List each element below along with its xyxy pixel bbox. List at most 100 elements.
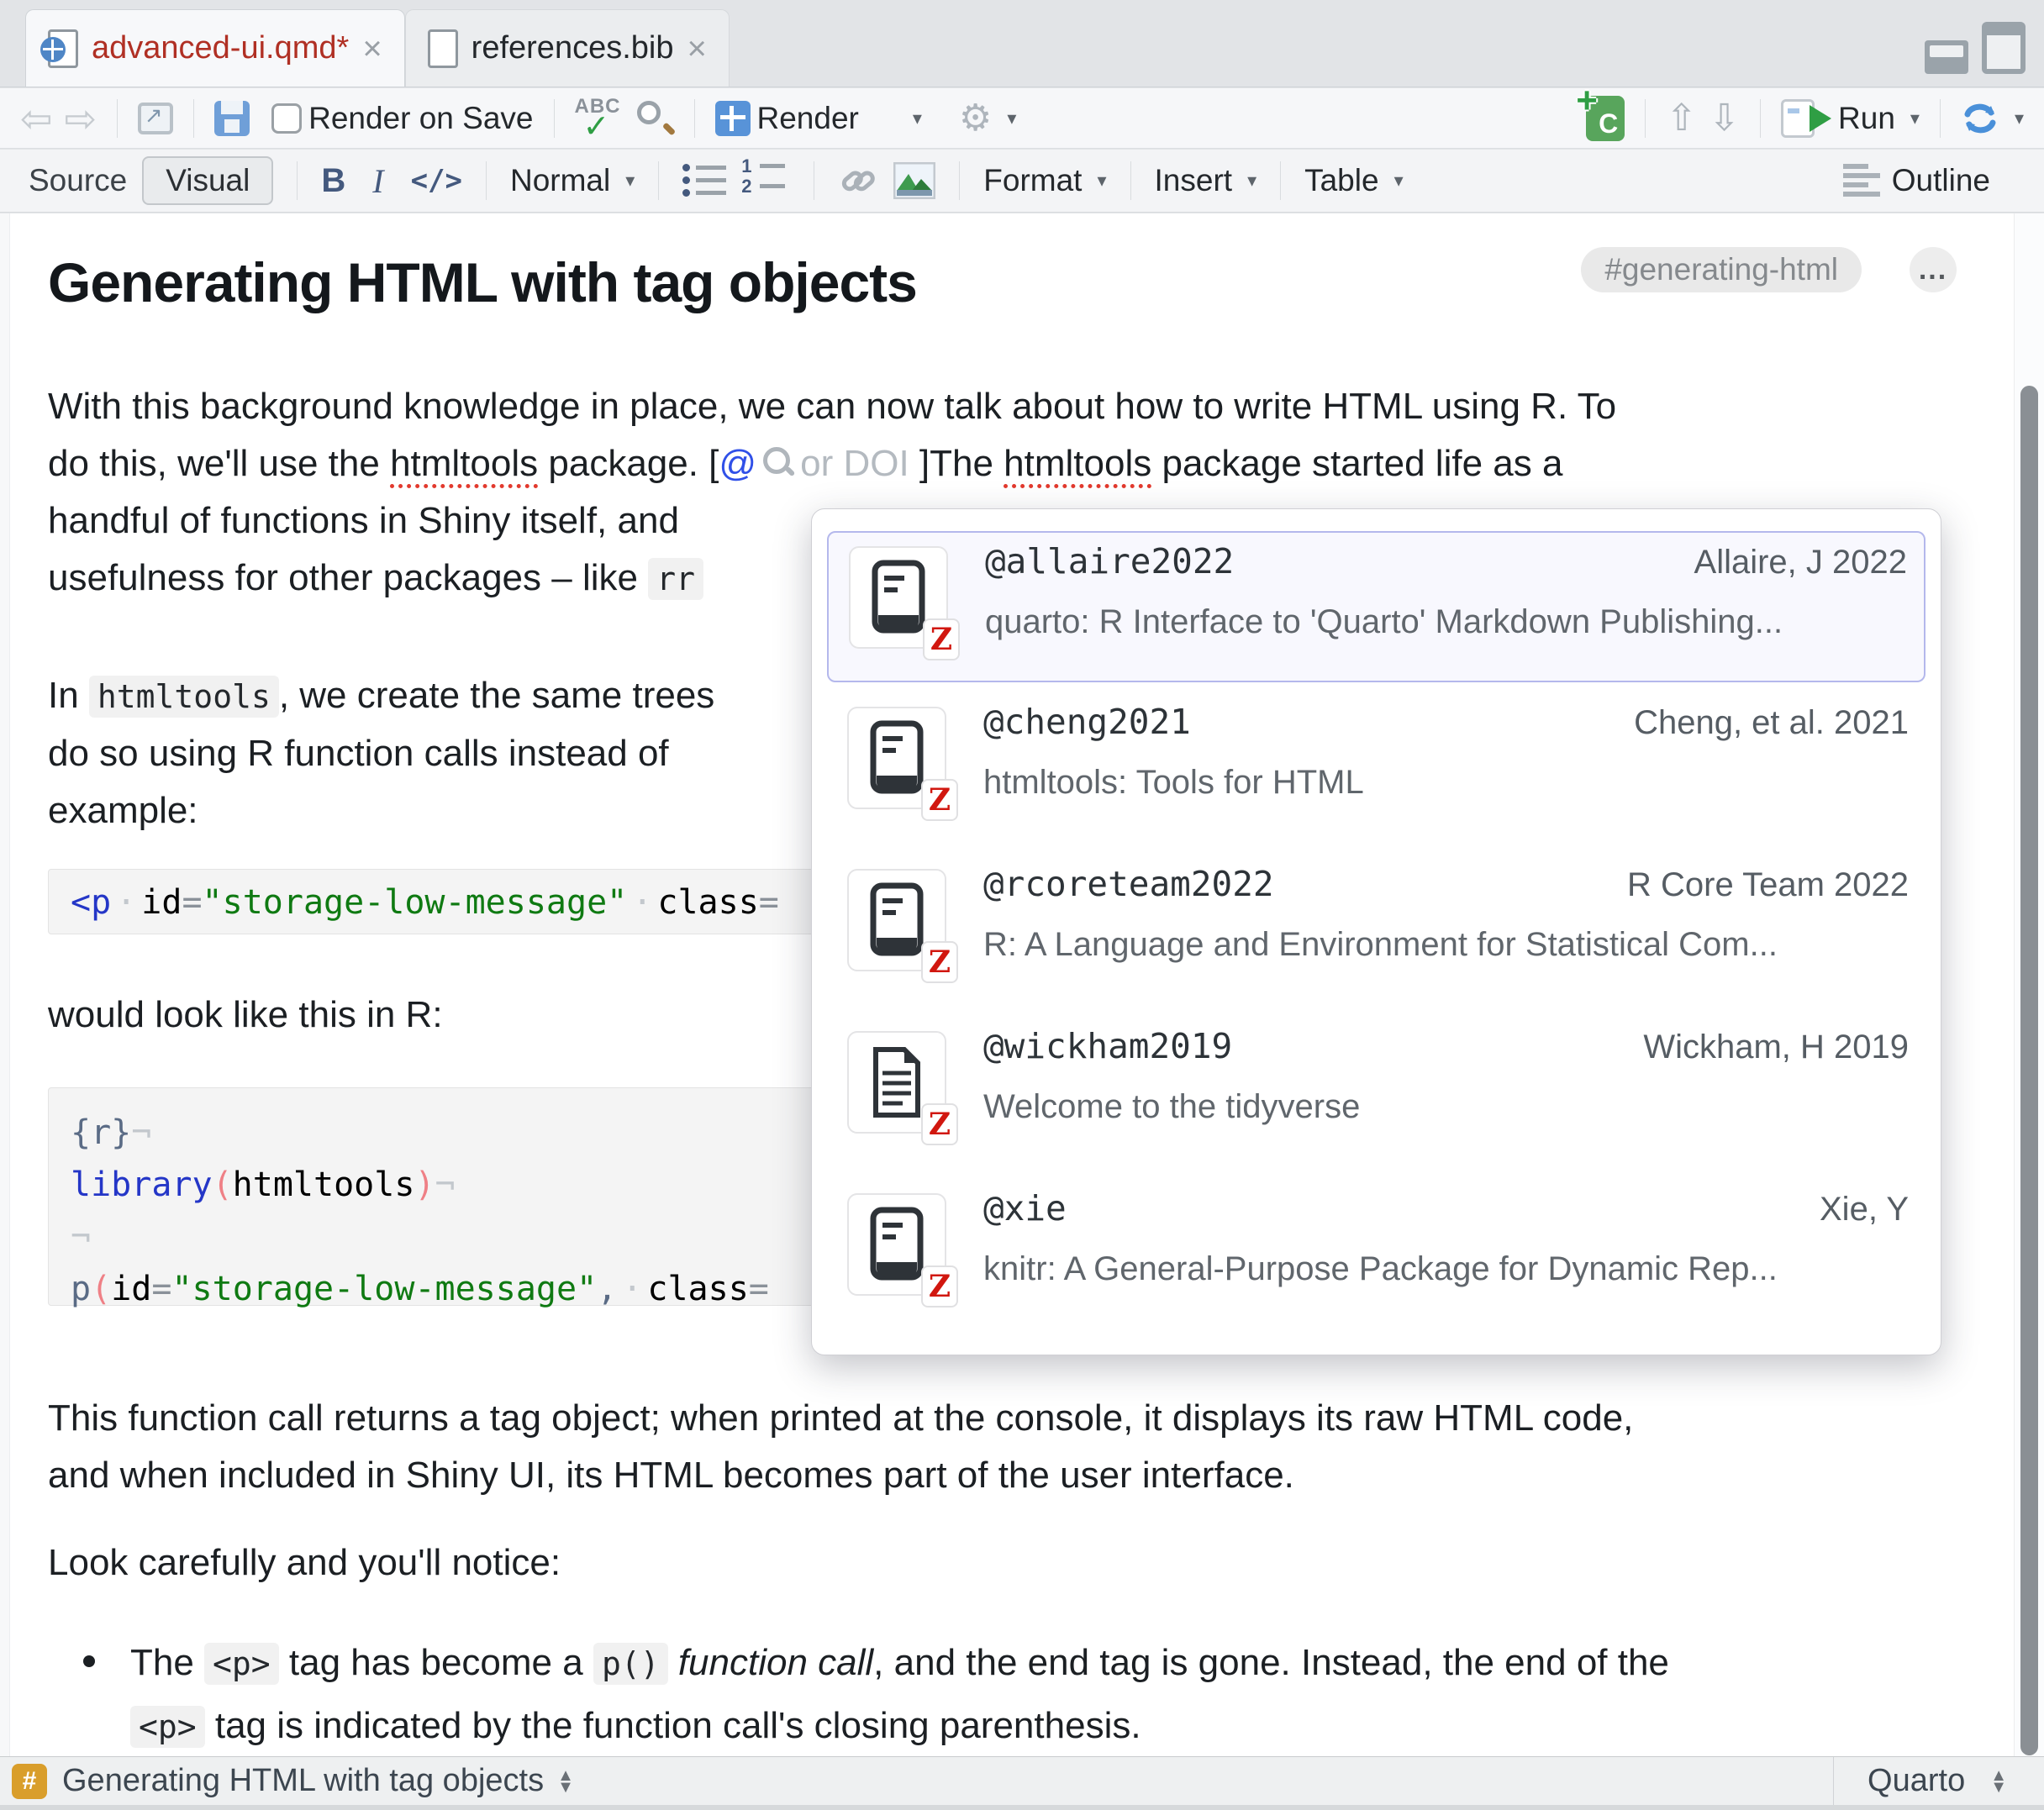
save-icon[interactable] <box>214 101 250 136</box>
render-options-button[interactable]: ⚙ ▾ <box>959 97 1017 139</box>
citation-entry[interactable]: Z @wickham2019 Wickham, H 2019 Welcome t… <box>827 1018 1925 1169</box>
outline-toggle[interactable]: Outline <box>1843 163 1990 198</box>
gear-icon: ⚙ <box>959 97 992 139</box>
open-in-new-window-icon[interactable] <box>138 103 173 134</box>
citation-title: R: A Language and Environment for Statis… <box>983 926 1909 964</box>
text-line: example: <box>48 782 714 839</box>
citation-entry[interactable]: Z @cheng2021 Cheng, et al. 2021 htmltool… <box>827 693 1925 844</box>
minimize-pane-icon[interactable] <box>1925 40 1968 74</box>
bold-icon[interactable]: B <box>321 162 345 200</box>
run-arrow-icon <box>1810 105 1831 132</box>
jump-next-icon[interactable]: ⇩ <box>1709 97 1740 139</box>
citation-author: Xie, Y <box>1820 1191 1909 1229</box>
text-line: The <p> tag has become a p() function ca… <box>130 1632 1669 1695</box>
vertical-scrollbar[interactable] <box>2014 213 2044 1756</box>
render-button[interactable]: Render ▾ <box>715 101 922 136</box>
back-icon[interactable]: ⇦ <box>20 96 53 141</box>
section-hash-icon: # <box>12 1764 47 1799</box>
citation-author: Allaire, J 2022 <box>1694 544 1907 581</box>
source-mode-button[interactable]: Source <box>29 163 127 198</box>
bullet-marker <box>83 1655 95 1667</box>
paragraph: Look carefully and you'll notice: <box>48 1534 561 1592</box>
render-on-save-option[interactable]: Render on Save <box>271 101 533 136</box>
file-document-icon <box>428 29 458 68</box>
text-line: and when included in Shiny UI, its HTML … <box>48 1447 1633 1504</box>
tab-advanced-ui-qmd[interactable]: advanced-ui.qmd* × <box>25 9 405 87</box>
spellcheck-word: htmltools <box>1004 443 1151 484</box>
zotero-badge: Z <box>921 779 958 821</box>
spellcheck-icon[interactable]: ABC ✓ <box>575 97 624 140</box>
text-line: <p> tag is indicated by the function cal… <box>130 1695 1669 1756</box>
document-mode-select[interactable]: Quarto ▲▼ <box>1833 1757 2032 1805</box>
maximize-pane-icon[interactable] <box>1982 22 2026 74</box>
visual-mode-button[interactable]: Visual <box>142 156 273 205</box>
outline-icon <box>1843 164 1880 197</box>
section-picker-caret[interactable]: ▲▼ <box>557 1770 574 1793</box>
heading-options-button[interactable]: ... <box>1910 247 1957 292</box>
find-replace-icon[interactable] <box>635 99 674 138</box>
run-button[interactable]: Run ▾ <box>1781 99 1920 138</box>
zotero-book-icon: Z <box>849 546 948 649</box>
citation-title: Welcome to the tidyverse <box>983 1088 1909 1126</box>
editor-toolbar: ⇦ ⇨ Render on Save ABC ✓ Render ▾ ⚙ ▾ <box>0 88 2044 149</box>
citation-id: @wickham2019 <box>983 1026 1232 1066</box>
rerun-dropdown-caret[interactable]: ▾ <box>2015 108 2024 129</box>
gear-dropdown-caret[interactable]: ▾ <box>1007 108 1016 129</box>
insert-menu[interactable]: Insert ▾ <box>1155 163 1257 198</box>
zotero-book-icon: Z <box>847 707 946 809</box>
inline-code: <p> <box>130 1706 205 1748</box>
zotero-book-icon: Z <box>847 1193 946 1296</box>
section-heading: Generating HTML with tag objects <box>48 250 917 314</box>
render-dropdown-caret[interactable]: ▾ <box>913 108 922 129</box>
close-tab-icon[interactable]: × <box>362 32 382 66</box>
bullet-list-item: The <p> tag has become a p() function ca… <box>48 1632 1669 1756</box>
text-line: This function call returns a tag object;… <box>48 1390 1633 1447</box>
render-on-save-checkbox[interactable] <box>271 103 302 134</box>
bulleted-list-icon[interactable] <box>682 162 726 199</box>
tab-references-bib[interactable]: references.bib × <box>405 9 730 87</box>
citation-title: knitr: A General-Purpose Package for Dyn… <box>983 1250 1909 1288</box>
zotero-badge: Z <box>921 1265 958 1308</box>
citation-entry[interactable]: Z @xie Xie, Y knitr: A General-Purpose P… <box>827 1180 1925 1331</box>
citation-at-cursor: @ <box>719 443 756 484</box>
editor-tab-bar: advanced-ui.qmd* × references.bib × <box>0 0 2044 87</box>
text-line: do so using R function calls instead of <box>48 725 714 782</box>
link-icon[interactable] <box>838 160 878 201</box>
close-tab-icon[interactable]: × <box>687 32 706 66</box>
section-breadcrumb[interactable]: Generating HTML with tag objects <box>62 1763 544 1799</box>
citation-author: Wickham, H 2019 <box>1643 1029 1909 1066</box>
citation-id: @rcoreteam2022 <box>983 864 1274 904</box>
editor-gutter <box>0 213 10 1756</box>
inline-code: p() <box>593 1643 668 1685</box>
citation-author: Cheng, et al. 2021 <box>1634 704 1909 742</box>
scrollbar-thumb[interactable] <box>2020 386 2038 1755</box>
zotero-badge: Z <box>923 618 960 660</box>
insert-chunk-icon[interactable]: + C <box>1586 96 1625 141</box>
zotero-badge: Z <box>921 1103 958 1145</box>
citation-title: htmltools: Tools for HTML <box>983 764 1909 802</box>
paragraph-style-select[interactable]: Normal ▾ <box>510 163 635 198</box>
citation-entry[interactable]: Z @allaire2022 Allaire, J 2022 quarto: R… <box>827 531 1925 682</box>
italic-icon[interactable]: I <box>372 161 383 201</box>
inline-code: rr <box>648 558 703 600</box>
forward-icon[interactable]: ⇨ <box>65 96 97 141</box>
text-line: In htmltools, we create the same trees <box>48 667 714 725</box>
rerun-icon <box>1961 99 1999 138</box>
render-icon <box>715 101 751 136</box>
text-line: With this background knowledge in place,… <box>48 378 1616 435</box>
code-format-icon[interactable]: </> <box>411 164 462 197</box>
citation-entry[interactable]: Z @rcoreteam2022 R Core Team 2022 R: A L… <box>827 855 1925 1007</box>
heading-anchor-badge: #generating-html <box>1581 247 1862 292</box>
format-menu[interactable]: Format ▾ <box>983 163 1106 198</box>
image-icon[interactable] <box>893 162 935 199</box>
visual-editor-canvas[interactable]: Generating HTML with tag objects #genera… <box>0 213 2044 1756</box>
run-dropdown-caret[interactable]: ▾ <box>1910 108 1920 129</box>
render-on-save-label: Render on Save <box>308 101 533 136</box>
zotero-badge: Z <box>921 941 958 983</box>
table-menu[interactable]: Table ▾ <box>1304 163 1404 198</box>
citation-id: @xie <box>983 1188 1067 1229</box>
jump-previous-icon[interactable]: ⇧ <box>1666 97 1697 139</box>
numbered-list-icon[interactable]: 1 2 <box>741 160 790 201</box>
quarto-document-icon <box>48 29 78 68</box>
rerun-button[interactable]: ▾ <box>1961 99 2024 138</box>
